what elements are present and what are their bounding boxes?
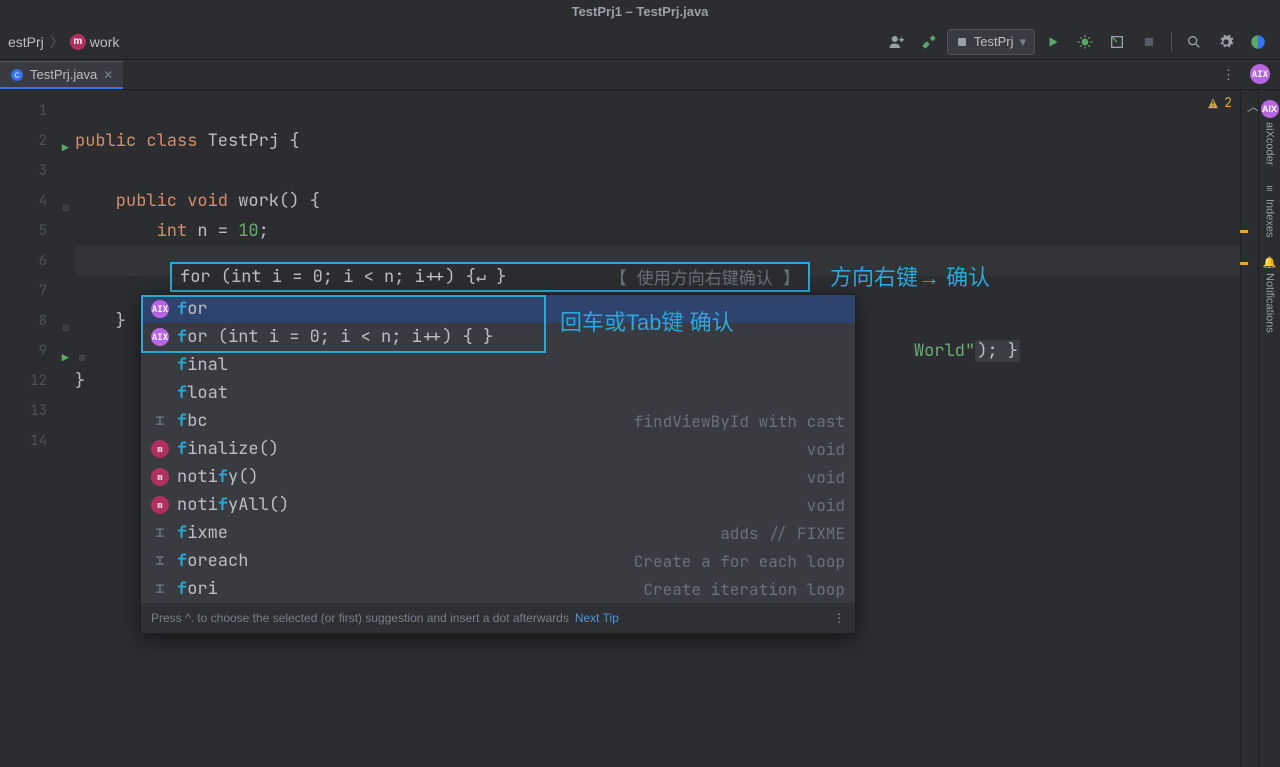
right-tool-rail: AIX aiXcoder ≡ Indexes 🔔 Notifications (1258, 90, 1280, 767)
inline-suggestion-text: for (int i = 0; i < n; i++) {↵ } (180, 266, 506, 288)
completion-item[interactable]: m notify() void (141, 463, 855, 491)
line-number[interactable]: 7 (0, 276, 75, 306)
svg-text:C: C (14, 72, 19, 79)
method-icon: m (151, 496, 169, 514)
next-tip-link[interactable]: Next Tip (575, 611, 619, 625)
line-number[interactable]: 3 (0, 156, 75, 186)
line-number[interactable]: 2▶ (0, 126, 75, 156)
line-number[interactable]: 5 (0, 216, 75, 246)
line-number[interactable]: 4⊟ (0, 186, 75, 216)
completion-footer: Press ^. to choose the selected (or firs… (141, 603, 855, 633)
template-icon: ⌶ (151, 580, 169, 598)
annotation-enter-tab-key: 回车或Tab键 确认 (560, 305, 734, 337)
rail-indexes[interactable]: ≡ Indexes (1264, 183, 1276, 238)
tab-options-icon[interactable]: ⋮ (1222, 66, 1235, 83)
coverage-button[interactable] (1103, 28, 1131, 56)
completion-item[interactable]: ⌶ foreach Create a for each loop (141, 547, 855, 575)
gutter[interactable]: 1 2▶ 3 4⊟ 5 6 7 8⊟ 9▶⊞ 12 13 14 (0, 90, 75, 767)
aixcoder-avatar-icon[interactable]: AIX (1250, 64, 1270, 84)
user-icon[interactable] (883, 28, 911, 56)
aixcoder-icon: AIX (1261, 100, 1279, 118)
navigation-bar: estPrj 〉 m work TestPrj ▾ (0, 24, 1280, 60)
error-marker[interactable] (1240, 230, 1248, 233)
editor-tabs: C TestPrj.java ✕ ⋮ AIX (0, 60, 1280, 90)
line-number[interactable]: 9▶⊞ (0, 336, 75, 366)
close-tab-icon[interactable]: ✕ (103, 68, 113, 82)
aix-icon: AIX (151, 328, 169, 346)
line-number[interactable]: 14 (0, 426, 75, 456)
error-marker[interactable] (1240, 262, 1248, 265)
method-icon: m (151, 468, 169, 486)
completion-item[interactable]: AIX for (int i = 0; i < n; i++) { } (141, 323, 855, 351)
warning-icon (1206, 96, 1220, 110)
method-icon: m (70, 34, 86, 50)
warnings-indicator[interactable]: 2 (1206, 94, 1232, 111)
completion-item[interactable]: . float (141, 379, 855, 407)
editor-tab-testprj[interactable]: C TestPrj.java ✕ (0, 61, 123, 89)
run-button[interactable] (1039, 28, 1067, 56)
search-icon[interactable] (1180, 28, 1208, 56)
hammer-icon[interactable] (915, 28, 943, 56)
completion-popup[interactable]: AIX for AIX for (int i = 0; i < n; i++) … (140, 294, 856, 634)
completion-item[interactable]: ⌶ fixme adds // FIXME (141, 519, 855, 547)
completion-item[interactable]: m notifyAll() void (141, 491, 855, 519)
breadcrumb[interactable]: estPrj 〉 m work (8, 32, 119, 52)
bell-icon: 🔔 (1263, 256, 1277, 269)
breadcrumb-root[interactable]: estPrj (8, 34, 44, 50)
completion-item[interactable]: m finalize() void (141, 435, 855, 463)
template-icon: ⌶ (151, 524, 169, 542)
line-number[interactable]: 6 (0, 246, 75, 276)
settings-icon[interactable] (1212, 28, 1240, 56)
completion-item[interactable]: AIX for (141, 295, 855, 323)
line-number[interactable]: 13 (0, 396, 75, 426)
line-number[interactable]: 12 (0, 366, 75, 396)
line-number[interactable]: 8⊟ (0, 306, 75, 336)
completion-item[interactable]: ⌶ fbc findViewById with cast (141, 407, 855, 435)
rail-notifications[interactable]: 🔔 Notifications (1263, 256, 1277, 333)
java-file-icon: C (10, 68, 24, 82)
inline-suggestion-box[interactable]: for (int i = 0; i < n; i++) {↵ } 【 使用方向右… (170, 262, 810, 292)
rail-aixcoder[interactable]: AIX aiXcoder (1261, 100, 1279, 165)
annotation-right-arrow-key: 方向右键→ 确认 (830, 260, 990, 292)
inline-suggestion-hint: 【 使用方向右键确认 】 (610, 264, 800, 290)
completion-options-icon[interactable]: ⋮ (833, 611, 845, 625)
window-title: TestPrj1 – TestPrj.java (0, 0, 1280, 24)
breadcrumb-method[interactable]: m work (70, 34, 120, 50)
template-icon: ⌶ (151, 552, 169, 570)
aix-icon: AIX (151, 300, 169, 318)
indexes-icon: ≡ (1266, 183, 1272, 195)
run-configuration-selector[interactable]: TestPrj ▾ (947, 29, 1035, 55)
debug-button[interactable] (1071, 28, 1099, 56)
completion-item[interactable]: ⌶ fori Create iteration loop (141, 575, 855, 603)
brand-icon[interactable] (1244, 28, 1272, 56)
line-number[interactable]: 1 (0, 96, 75, 126)
template-icon: ⌶ (151, 412, 169, 430)
stop-button[interactable] (1135, 28, 1163, 56)
completion-item[interactable]: . final (141, 351, 855, 379)
breadcrumb-separator: 〉 (50, 32, 64, 52)
method-icon: m (151, 440, 169, 458)
